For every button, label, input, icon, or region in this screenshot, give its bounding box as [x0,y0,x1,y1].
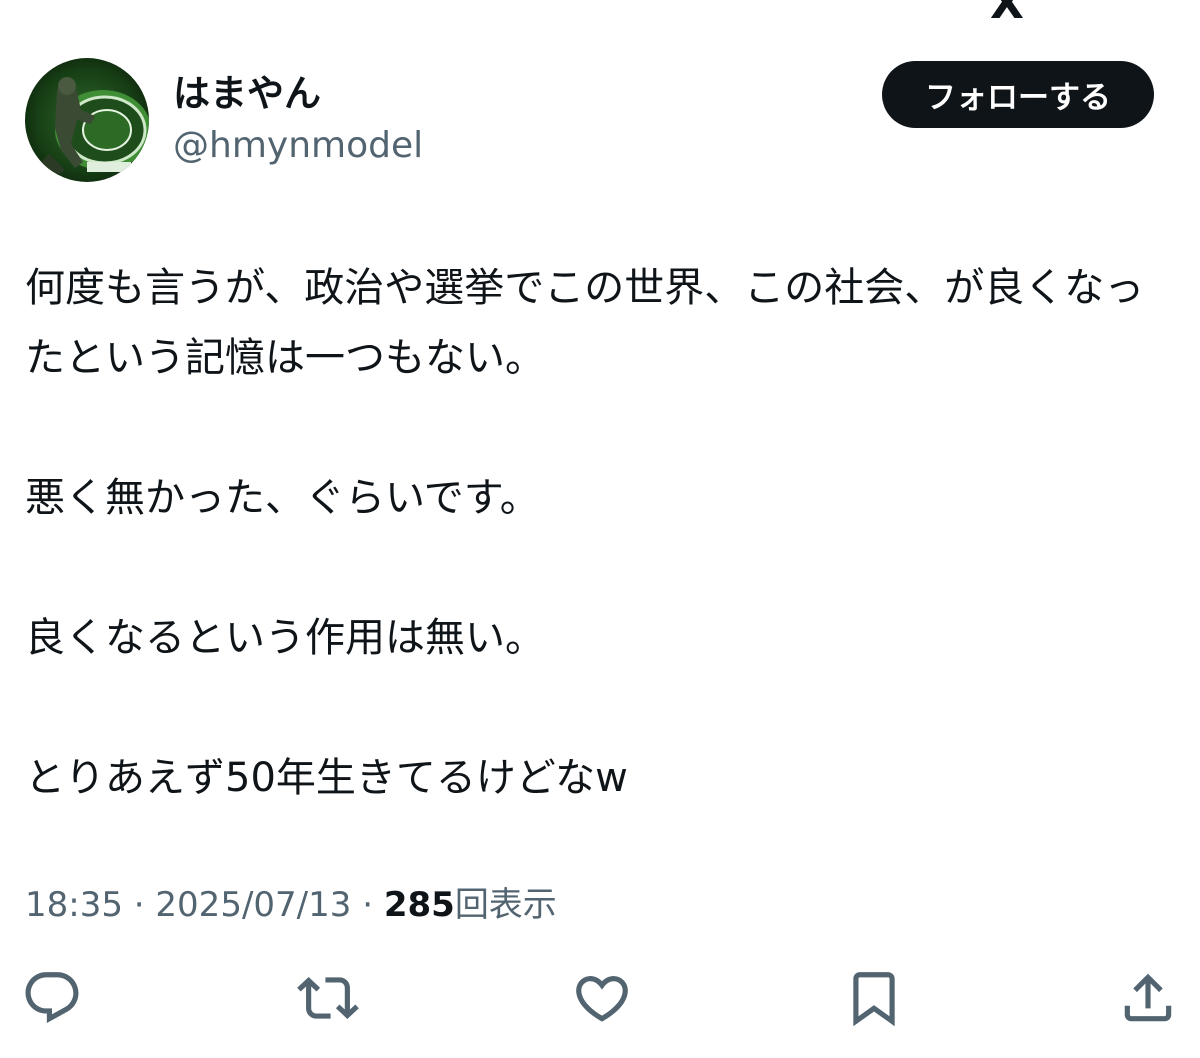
share-icon [1124,973,1172,1022]
display-name[interactable]: はまやん [173,72,321,116]
like-button[interactable] [570,966,634,1030]
tweet-date[interactable]: 2025/07/13 [155,885,351,925]
user-handle[interactable]: @hmynmodel [173,124,423,168]
meta-separator: · [362,885,374,925]
views-label: 回表示 [454,885,557,925]
action-bar [0,966,1200,1036]
tweet-text: 何度も言うが、政治や選挙でこの世界、この社会、が良くなったという記憶は一つもない… [25,253,1175,813]
bookmark-icon [853,972,895,1027]
avatar[interactable] [25,58,149,182]
tweet-paragraph: 何度も言うが、政治や選挙でこの世界、この社会、が良くなったという記憶は一つもない… [25,265,1145,381]
reply-icon [25,972,79,1024]
retweet-icon [297,977,359,1019]
tweet-paragraph: とりあえず50年生きてるけどなw [25,755,628,801]
reply-button[interactable] [20,966,84,1030]
share-button[interactable] [1116,966,1180,1030]
tweet-paragraph: 悪く無かった、ぐらいです。 [25,475,540,521]
avatar-image [25,58,149,182]
bookmark-button[interactable] [842,966,906,1030]
follow-button[interactable]: フォローする [882,61,1154,128]
views-count: 285 [383,885,455,925]
tweet-paragraph: 良くなるという作用は無い。 [25,615,545,661]
tweet-time[interactable]: 18:35 [25,885,123,925]
retweet-button[interactable] [296,966,360,1030]
like-icon [576,976,628,1022]
top-cut-logo: X [990,0,1024,29]
tweet-meta: 18:35 · 2025/07/13 · 285回表示 [25,882,557,928]
meta-separator: · [133,885,145,925]
